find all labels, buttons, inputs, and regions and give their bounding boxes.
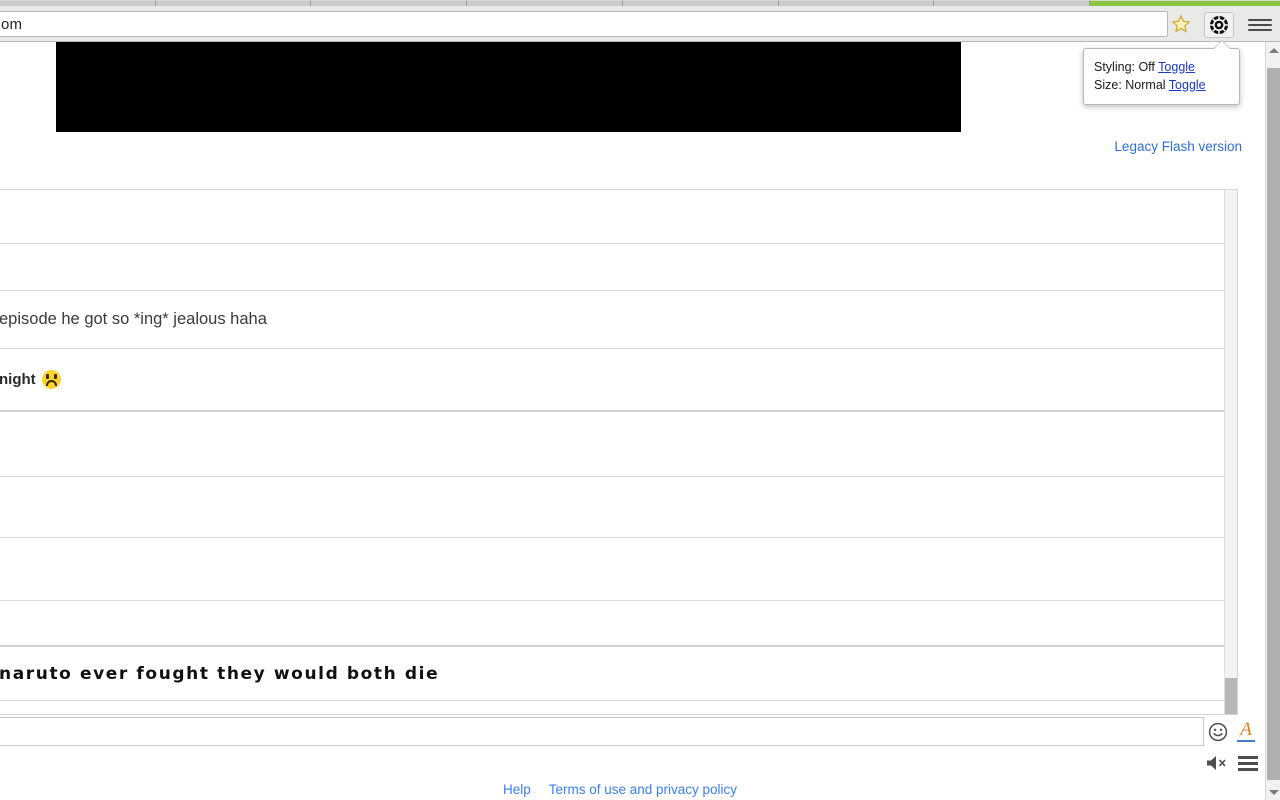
chat-message-list: episode he got so *ing* jealous haha nigh… <box>0 189 1238 715</box>
scroll-down-triangle <box>1268 789 1279 795</box>
browser-chrome: om <box>0 0 1280 42</box>
chat-scrollbar[interactable] <box>1224 190 1237 714</box>
emoticon-mouth <box>45 380 57 386</box>
chat-message-row[interactable] <box>0 190 1237 244</box>
chat-menu-bar-1 <box>1238 755 1258 759</box>
chat-message-text: night <box>0 371 36 388</box>
footer-links: Help Terms of use and privacy policy <box>0 782 1240 797</box>
scroll-up-arrow-icon[interactable] <box>1266 42 1280 58</box>
chat-rows-container: episode he got so *ing* jealous haha nigh… <box>0 190 1237 714</box>
chat-message-text: naruto ever fought they would both die <box>0 663 440 684</box>
font-style-icon[interactable]: A <box>1237 720 1255 742</box>
chat-message-row[interactable] <box>0 244 1237 291</box>
chat-menu-bar-3 <box>1238 767 1258 771</box>
scroll-up-triangle <box>1268 47 1279 53</box>
popup-styling-row: Styling: Off Toggle <box>1094 58 1229 76</box>
menu-bar-1 <box>1248 19 1272 21</box>
chat-menu-bar-2 <box>1238 761 1258 765</box>
popup-size-label: Size: Normal <box>1094 78 1166 92</box>
sound-muted-icon[interactable] <box>1206 754 1230 772</box>
footer-link-0[interactable]: Help <box>503 782 531 797</box>
address-bar[interactable]: om <box>0 11 1168 37</box>
smiley-icon[interactable] <box>1208 722 1228 742</box>
menu-bar-2 <box>1248 24 1272 26</box>
popup-size-row: Size: Normal Toggle <box>1094 76 1229 94</box>
chat-message-row[interactable] <box>0 412 1237 477</box>
video-player[interactable] <box>56 42 961 132</box>
chat-message-row[interactable]: naruto ever fought they would both die <box>0 647 1237 701</box>
chrome-menu-icon[interactable] <box>1248 14 1272 36</box>
stylebot-popup: Styling: Off Toggle Size: Normal Toggle <box>1083 48 1240 105</box>
bookmark-star-icon[interactable] <box>1168 12 1194 36</box>
legacy-flash-version-link[interactable]: Legacy Flash version <box>1114 139 1242 154</box>
chat-message-row[interactable] <box>0 701 1237 714</box>
menu-bar-3 <box>1248 29 1272 31</box>
browser-toolbar: om <box>0 6 1280 42</box>
address-bar-text: om <box>1 15 23 33</box>
sad-face-emoticon-icon <box>41 370 61 389</box>
message-input[interactable] <box>0 717 1204 746</box>
chat-message-row[interactable] <box>0 601 1237 647</box>
browser-scrollbar-thumb[interactable] <box>1267 68 1280 780</box>
popup-styling-toggle-link[interactable]: Toggle <box>1158 60 1195 74</box>
scroll-down-arrow-icon[interactable] <box>1266 784 1280 800</box>
popup-arrow <box>1214 41 1230 49</box>
chat-message-row[interactable]: night <box>0 349 1237 412</box>
popup-size-toggle-link[interactable]: Toggle <box>1169 78 1206 92</box>
stylebot-wheel-icon[interactable] <box>1204 12 1234 38</box>
browser-scrollbar[interactable] <box>1265 42 1280 800</box>
footer-link-1[interactable]: Terms of use and privacy policy <box>549 782 737 797</box>
chat-message-row[interactable] <box>0 538 1237 601</box>
chat-message-row[interactable] <box>0 477 1237 538</box>
chat-message-text: episode he got so *ing* jealous haha <box>0 310 267 328</box>
chat-menu-icon[interactable] <box>1238 754 1258 772</box>
page-viewport: Legacy Flash version episode he got so *… <box>0 42 1262 800</box>
chat-message-row[interactable]: episode he got so *ing* jealous haha <box>0 291 1237 349</box>
popup-styling-label: Styling: Off <box>1094 60 1155 74</box>
chat-scrollbar-thumb[interactable] <box>1225 678 1237 714</box>
